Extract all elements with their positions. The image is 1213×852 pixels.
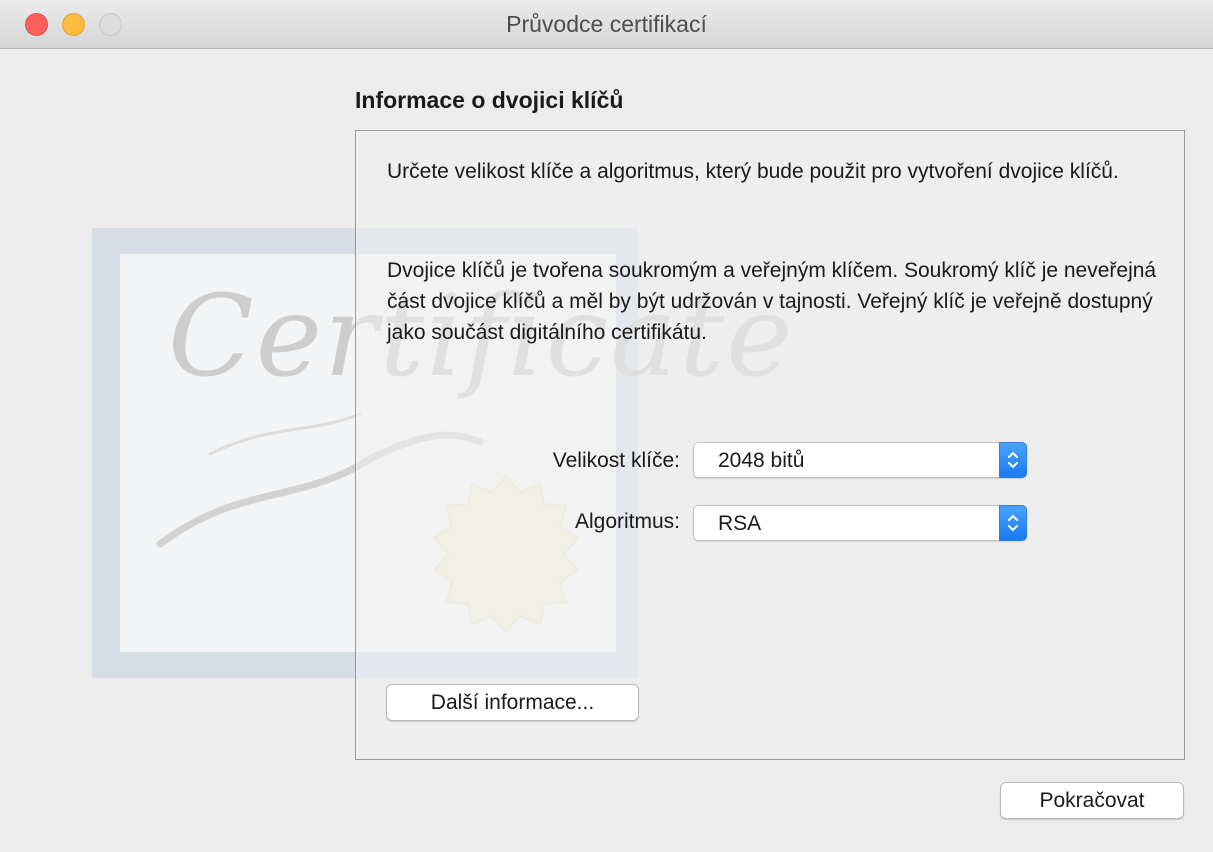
page-title: Informace o dvojici klíčů bbox=[355, 87, 624, 113]
algorithm-value: RSA bbox=[718, 512, 762, 535]
description-paragraph-2: Dvojice klíčů je tvořena soukromým a veř… bbox=[387, 259, 1157, 344]
title-bar[interactable]: Průvodce certifikací bbox=[0, 0, 1213, 49]
key-size-label: Velikost klíče: bbox=[552, 449, 680, 472]
algorithm-stepper[interactable] bbox=[999, 505, 1027, 541]
continue-button[interactable]: Pokračovat bbox=[1000, 782, 1184, 819]
up-down-chevron-icon bbox=[1008, 515, 1018, 531]
algorithm-popup[interactable]: RSA bbox=[693, 505, 1027, 541]
key-size-value: 2048 bitů bbox=[718, 449, 805, 472]
algorithm-label: Algoritmus: bbox=[574, 510, 680, 533]
key-size-stepper[interactable] bbox=[999, 442, 1027, 478]
up-down-chevron-icon bbox=[1008, 452, 1018, 468]
description-paragraph-1: Určete velikost klíče a algoritmus, kter… bbox=[387, 160, 1119, 183]
certificate-assistant-window: Průvodce certifikací Certificate Informa… bbox=[0, 0, 1213, 852]
window-title: Průvodce certifikací bbox=[506, 11, 707, 37]
key-size-popup[interactable]: 2048 bitů bbox=[693, 442, 1027, 478]
more-info-button[interactable]: Další informace... bbox=[386, 684, 639, 721]
